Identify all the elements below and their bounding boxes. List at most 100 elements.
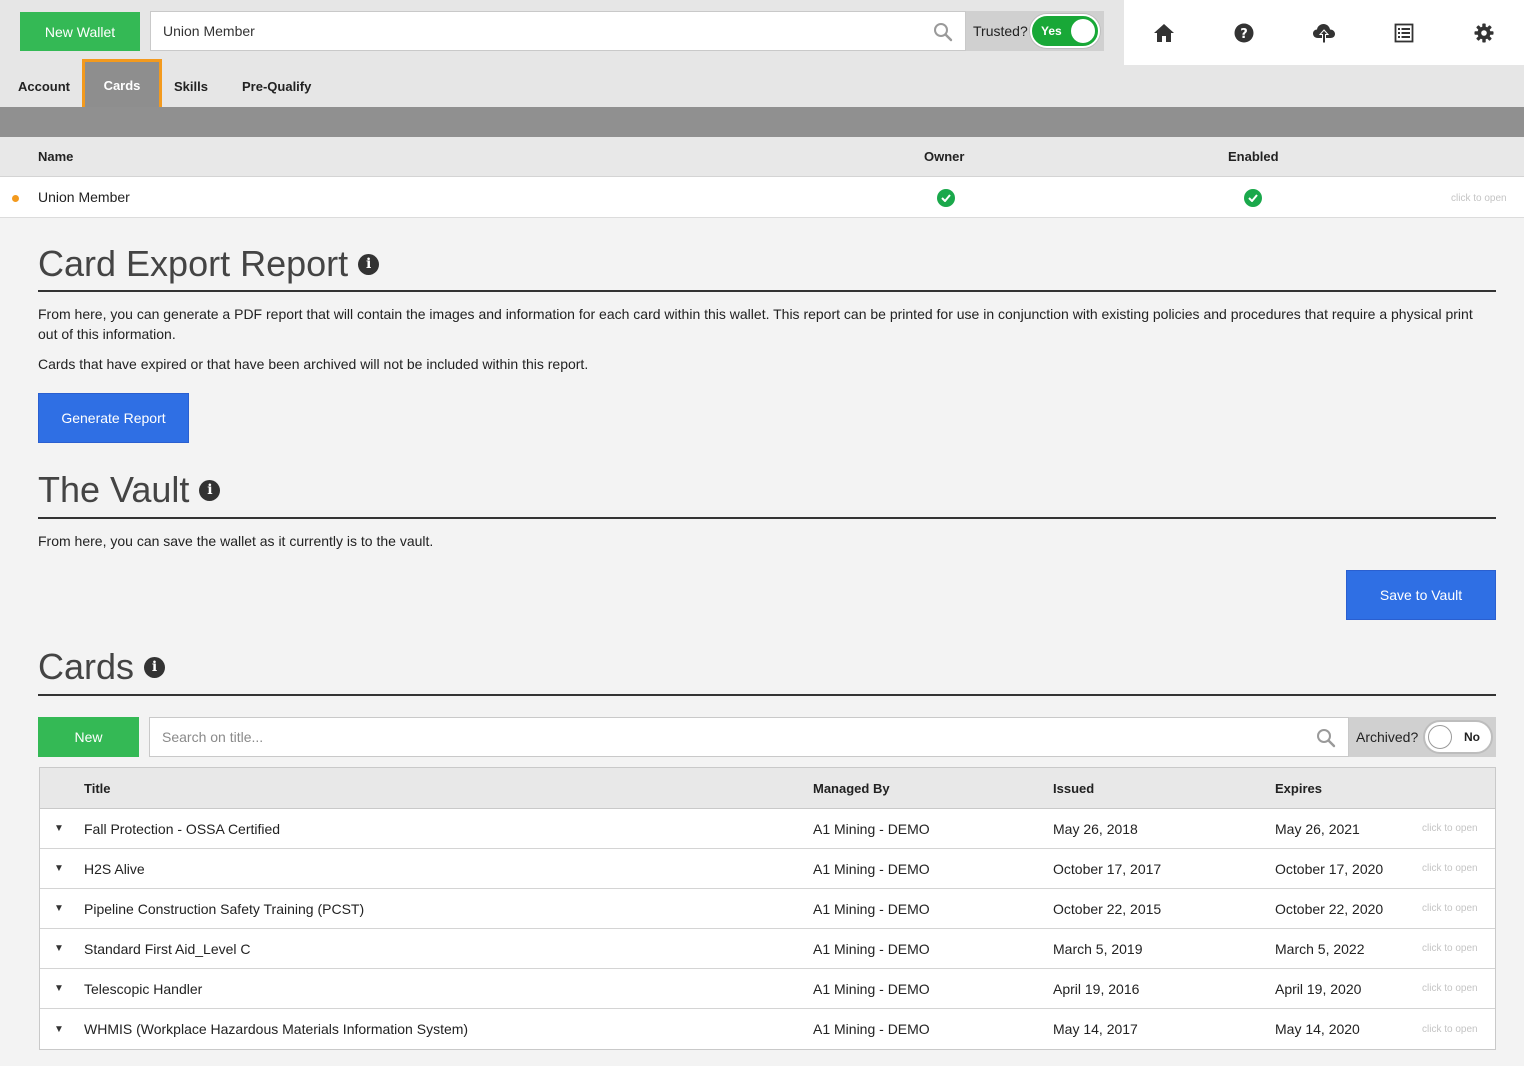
click-to-open-link[interactable]: click to open — [1422, 969, 1478, 1008]
tab-bar: Account Cards Skills Pre-Qualify — [0, 59, 1524, 111]
vault-title: The Vault — [38, 469, 190, 510]
column-header-name: Name — [38, 149, 74, 164]
tab-account[interactable]: Account — [18, 65, 70, 107]
click-to-open-link[interactable]: click to open — [1422, 849, 1478, 888]
card-managed-by: A1 Mining - DEMO — [813, 1021, 930, 1037]
card-issued: May 14, 2017 — [1053, 1021, 1138, 1037]
expand-caret-icon[interactable]: ▼ — [54, 849, 64, 888]
card-export-note: Cards that have expired or that have bee… — [38, 356, 589, 372]
search-icon[interactable] — [1316, 728, 1336, 751]
tab-cards[interactable]: Cards — [82, 59, 162, 111]
table-row[interactable]: ▼ WHMIS (Workplace Hazardous Materials I… — [40, 1009, 1495, 1049]
report-list-icon[interactable] — [1364, 0, 1444, 65]
column-header-expires: Expires — [1275, 780, 1322, 796]
card-issued: March 5, 2019 — [1053, 940, 1143, 957]
search-icon[interactable] — [933, 22, 953, 45]
section-divider-bar — [0, 107, 1524, 137]
svg-text:?: ? — [1240, 27, 1248, 42]
archived-toggle-label: No — [1464, 730, 1480, 744]
card-title: Fall Protection - OSSA Certified — [84, 820, 281, 837]
gear-icon[interactable] — [1444, 0, 1524, 65]
trusted-toggle[interactable]: Yes — [1030, 14, 1100, 48]
table-row[interactable]: ▼ Telescopic Handler A1 Mining - DEMO Ap… — [40, 969, 1495, 1009]
column-header-managed-by: Managed By — [813, 780, 890, 796]
help-icon[interactable]: ? — [1204, 0, 1284, 65]
column-header-title: Title — [84, 780, 111, 796]
card-managed-by: A1 Mining - DEMO — [813, 820, 930, 837]
cards-title: Cards — [38, 646, 135, 687]
click-to-open-link[interactable]: click to open — [1422, 809, 1478, 848]
card-issued: October 17, 2017 — [1053, 860, 1162, 877]
card-export-title: Card Export Report — [38, 243, 349, 284]
card-expires: October 17, 2020 — [1275, 860, 1384, 877]
expand-caret-icon[interactable]: ▼ — [54, 809, 64, 848]
cards-table: Title Managed By Issued Expires ▼ Fall P… — [39, 767, 1496, 1050]
save-to-vault-button[interactable]: Save to Vault — [1346, 570, 1496, 620]
card-export-description: From here, you can generate a PDF report… — [38, 306, 1473, 342]
archived-toggle[interactable]: No — [1423, 720, 1493, 754]
table-row[interactable]: ▼ H2S Alive A1 Mining - DEMO October 17,… — [40, 849, 1495, 889]
wallet-search-input[interactable]: Union Member — [150, 11, 966, 51]
vault-description: From here, you can save the wallet as it… — [38, 533, 434, 549]
card-expires: March 5, 2022 — [1275, 940, 1365, 957]
archived-control: Archived? No — [1349, 717, 1496, 757]
table-row[interactable]: ▼ Standard First Aid_Level C A1 Mining -… — [40, 929, 1495, 969]
card-search-input[interactable]: Search on title... — [149, 717, 1349, 757]
card-issued: October 22, 2015 — [1053, 900, 1162, 917]
toggle-knob — [1428, 725, 1452, 749]
table-row[interactable]: ▼ Fall Protection - OSSA Certified A1 Mi… — [40, 809, 1495, 849]
cards-heading: Cards i — [38, 643, 166, 691]
column-header-enabled: Enabled — [1228, 149, 1279, 164]
card-managed-by: A1 Mining - DEMO — [813, 980, 930, 997]
wallet-name: Union Member — [38, 189, 130, 205]
column-header-issued: Issued — [1053, 780, 1095, 796]
click-to-open-link[interactable]: click to open — [1451, 193, 1507, 204]
divider — [38, 517, 1496, 519]
tab-skills[interactable]: Skills — [174, 65, 208, 107]
card-issued: April 19, 2016 — [1053, 980, 1140, 997]
card-export-heading: Card Export Report i — [38, 240, 380, 288]
trusted-label: Trusted? — [973, 23, 1028, 39]
card-managed-by: A1 Mining - DEMO — [813, 860, 930, 877]
cards-table-header: Title Managed By Issued Expires — [40, 768, 1495, 809]
table-row[interactable]: ▼ Pipeline Construction Safety Training … — [40, 889, 1495, 929]
card-issued: May 26, 2018 — [1053, 820, 1138, 837]
new-wallet-button[interactable]: New Wallet — [20, 12, 140, 51]
toggle-knob — [1071, 19, 1095, 43]
owner-check-icon — [937, 189, 955, 207]
vault-heading: The Vault i — [38, 466, 221, 514]
status-dot — [12, 195, 19, 202]
trusted-toggle-label: Yes — [1041, 24, 1062, 38]
info-icon[interactable]: i — [199, 479, 221, 501]
click-to-open-link[interactable]: click to open — [1422, 889, 1478, 928]
tab-pre-qualify[interactable]: Pre-Qualify — [242, 65, 311, 107]
home-icon[interactable] — [1124, 0, 1204, 65]
wallet-table-row[interactable]: Union Member click to open — [0, 177, 1524, 218]
wallet-table-header: Name Owner Enabled — [0, 137, 1524, 177]
card-title: Standard First Aid_Level C — [84, 940, 251, 957]
click-to-open-link[interactable]: click to open — [1422, 1009, 1478, 1049]
card-search-placeholder: Search on title... — [162, 729, 264, 745]
card-managed-by: A1 Mining - DEMO — [813, 940, 930, 957]
expand-caret-icon[interactable]: ▼ — [54, 889, 64, 928]
info-icon[interactable]: i — [358, 253, 380, 275]
icon-toolbar: ? — [1124, 0, 1524, 65]
card-expires: May 26, 2021 — [1275, 820, 1360, 837]
card-title: Telescopic Handler — [84, 980, 203, 997]
generate-report-button[interactable]: Generate Report — [38, 393, 189, 443]
click-to-open-link[interactable]: click to open — [1422, 929, 1478, 968]
enabled-check-icon — [1244, 189, 1262, 207]
card-title: H2S Alive — [84, 860, 145, 877]
expand-caret-icon[interactable]: ▼ — [54, 1009, 64, 1049]
card-expires: May 14, 2020 — [1275, 1021, 1360, 1037]
column-header-owner: Owner — [924, 149, 965, 164]
new-card-button[interactable]: New — [38, 717, 139, 757]
card-title: WHMIS (Workplace Hazardous Materials Inf… — [84, 1021, 469, 1037]
info-icon[interactable]: i — [144, 656, 166, 678]
card-expires: April 19, 2020 — [1275, 980, 1362, 997]
divider — [38, 290, 1496, 292]
cloud-upload-icon[interactable] — [1284, 0, 1364, 65]
top-bar: New Wallet Union Member Trusted? Yes ? — [0, 0, 1524, 65]
expand-caret-icon[interactable]: ▼ — [54, 929, 64, 968]
expand-caret-icon[interactable]: ▼ — [54, 969, 64, 1008]
